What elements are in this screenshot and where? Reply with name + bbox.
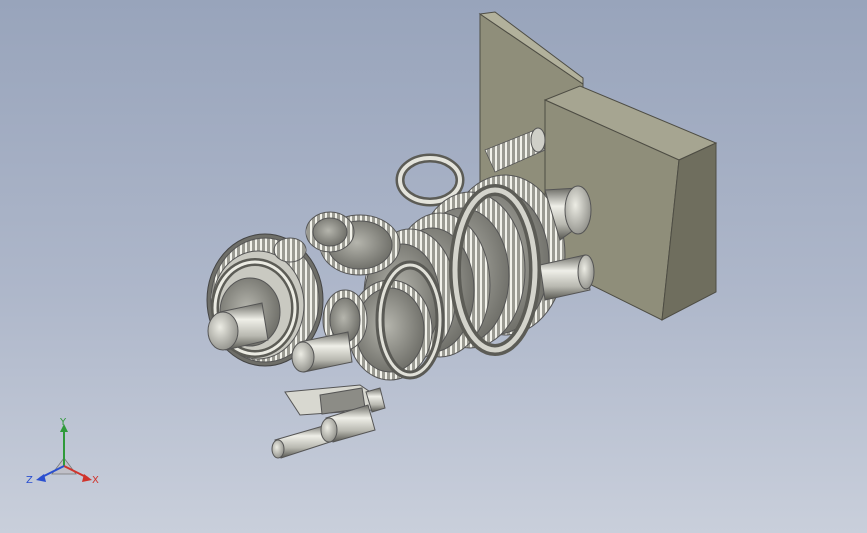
y-axis-label: Y [60, 417, 67, 428]
z-axis-label: Z [26, 475, 33, 486]
cad-viewport[interactable]: Y X Z [0, 0, 867, 533]
rear-bearing[interactable] [395, 153, 465, 207]
view-orientation-triad[interactable]: Y X Z [24, 418, 104, 494]
gearbox-assembly-model[interactable] [0, 0, 867, 533]
x-axis-label: X [92, 475, 99, 486]
